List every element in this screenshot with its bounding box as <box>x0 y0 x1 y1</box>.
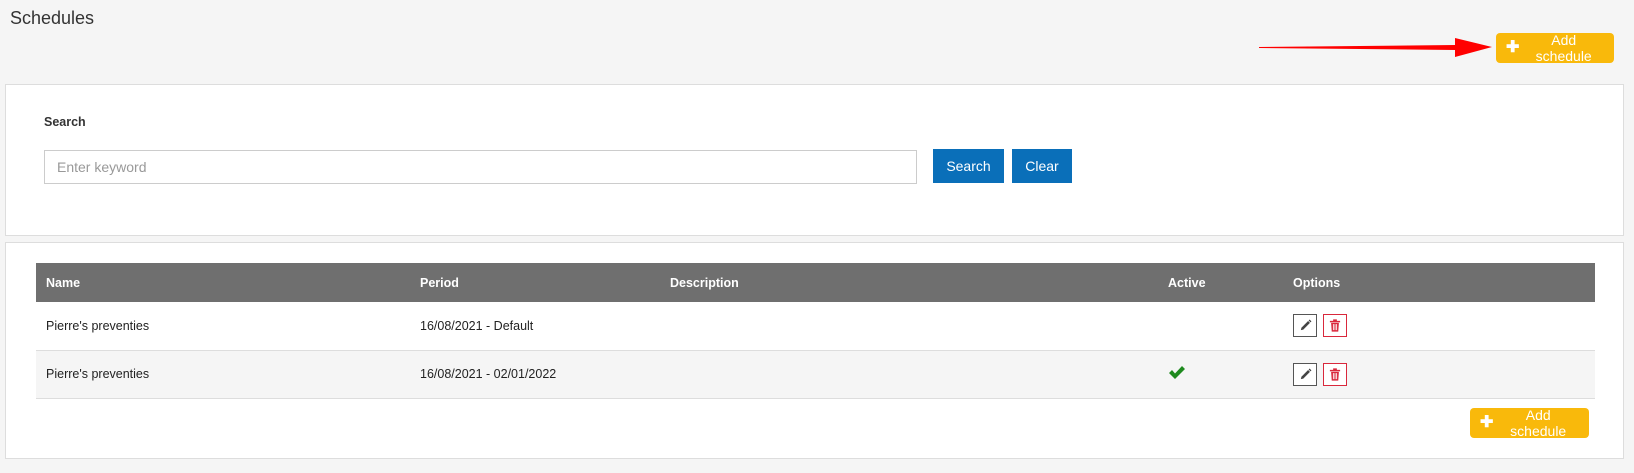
trash-icon <box>1329 367 1341 381</box>
schedules-table: Name Period Description Active Options P… <box>36 263 1595 399</box>
row-period: 16/08/2021 - Default <box>420 318 534 333</box>
row-period: 16/08/2021 - 02/01/2022 <box>420 367 557 381</box>
red-arrow-annotation <box>1259 38 1492 57</box>
table-panel: Name Period Description Active Options P… <box>5 242 1624 459</box>
row-description <box>660 350 1158 398</box>
add-schedule-button[interactable]: ✚ Add schedule <box>1496 32 1614 64</box>
plus-icon: ✚ <box>1480 414 1494 431</box>
pencil-icon <box>1300 368 1311 379</box>
delete-button[interactable] <box>1323 314 1347 338</box>
add-schedule-label: Add schedule <box>1510 407 1567 439</box>
row-active <box>1158 350 1283 398</box>
plus-icon: ✚ <box>1506 39 1520 56</box>
search-panel: Search Search Clear <box>5 84 1624 236</box>
row-description <box>660 302 1158 350</box>
add-schedule-button-bottom[interactable]: ✚ Add schedule <box>1470 407 1589 439</box>
row-options <box>1283 350 1595 398</box>
add-schedule-label: Add schedule <box>1535 32 1592 64</box>
column-header-options: Options <box>1293 275 1341 290</box>
column-header-period: Period <box>420 275 459 290</box>
table-header-row: Name Period Description Active Options <box>36 263 1595 302</box>
column-header-name: Name <box>46 275 81 290</box>
delete-button[interactable] <box>1323 362 1347 386</box>
edit-button[interactable] <box>1293 314 1317 338</box>
table-row: Pierre's preventies 16/08/2021 - Default <box>36 302 1595 350</box>
search-label: Search <box>44 115 86 129</box>
search-input[interactable] <box>44 150 917 184</box>
row-options <box>1283 302 1595 350</box>
clear-button[interactable]: Clear <box>1012 149 1072 183</box>
column-header-description: Description <box>670 275 739 290</box>
pencil-icon <box>1300 319 1311 331</box>
trash-icon <box>1329 319 1341 332</box>
row-name: Pierre's preventies <box>46 318 150 333</box>
row-active <box>1158 302 1283 350</box>
edit-button[interactable] <box>1293 362 1317 386</box>
search-button[interactable]: Search <box>933 149 1004 183</box>
row-name: Pierre's preventies <box>46 367 150 381</box>
page-title: Schedules <box>10 8 95 28</box>
checkmark-icon <box>1169 366 1185 379</box>
table-row: Pierre's preventies 16/08/2021 - 02/01/2… <box>36 350 1595 398</box>
column-header-active: Active <box>1168 275 1206 290</box>
